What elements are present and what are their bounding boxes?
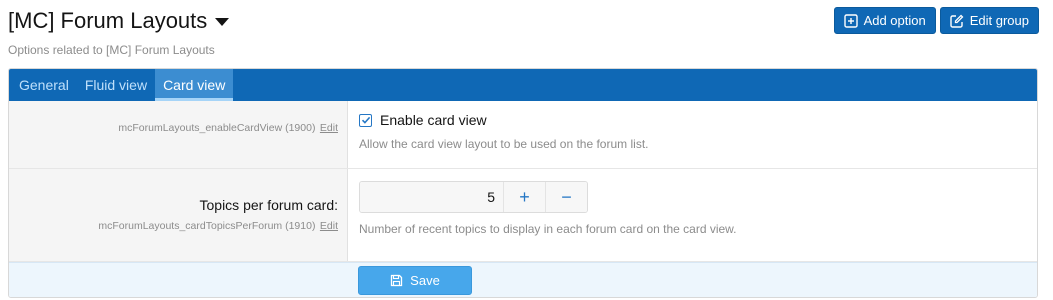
option-row-topics-per-card: Topics per forum card: mcForumLayouts_ca… — [9, 169, 1037, 262]
form-footer: Save — [9, 262, 1037, 297]
topics-per-card-label: Topics per forum card: — [199, 197, 339, 213]
enable-card-view-checkbox-row[interactable]: Enable card view — [359, 112, 1037, 128]
option-value-cell: Enable card view Allow the card view lay… — [348, 101, 1037, 168]
tab-fluid-view[interactable]: Fluid view — [77, 69, 155, 101]
page-title-text: [MC] Forum Layouts — [8, 8, 208, 33]
enable-card-view-explain: Allow the card view layout to be used on… — [359, 137, 649, 151]
edit-option-link[interactable]: Edit — [320, 122, 338, 134]
option-label-cell: mcForumLayouts_enableCardView (1900) Edi… — [9, 101, 348, 168]
option-rows: mcForumLayouts_enableCardView (1900) Edi… — [9, 101, 1037, 262]
edit-group-label: Edit group — [969, 13, 1029, 28]
increment-button[interactable]: + — [503, 182, 545, 212]
header-actions: Add option Edit group — [833, 7, 1039, 34]
topics-per-card-stepper: + − — [359, 181, 588, 213]
tab-card-view[interactable]: Card view — [155, 69, 234, 101]
plus-square-icon — [843, 13, 858, 28]
topics-per-card-explain: Number of recent topics to display in ea… — [359, 222, 737, 236]
option-id-text: mcForumLayouts_enableCardView (1900) — [118, 122, 316, 134]
option-row-enable-card-view: mcForumLayouts_enableCardView (1900) Edi… — [9, 101, 1037, 169]
tab-general[interactable]: General — [11, 69, 77, 101]
option-id-hint: mcForumLayouts_enableCardView (1900) Edi… — [9, 101, 338, 136]
option-id-hint: mcForumLayouts_cardTopicsPerForum (1910)… — [9, 216, 338, 234]
caret-down-icon[interactable] — [215, 18, 230, 26]
add-option-button[interactable]: Add option — [833, 7, 936, 34]
option-label-cell: Topics per forum card: mcForumLayouts_ca… — [9, 169, 348, 261]
enable-card-view-label: Enable card view — [380, 112, 487, 128]
save-icon — [391, 274, 403, 287]
option-value-cell: + − Number of recent topics to display i… — [348, 169, 1037, 261]
enable-card-view-checkbox[interactable] — [359, 113, 372, 127]
edit-group-button[interactable]: Edit group — [939, 7, 1039, 34]
save-button[interactable]: Save — [358, 266, 472, 295]
checkmark-icon — [361, 116, 370, 124]
footer-spacer — [9, 263, 348, 297]
page-title: [MC] Forum Layouts — [8, 8, 230, 34]
edit-option-link[interactable]: Edit — [320, 220, 338, 232]
options-block: General Fluid view Card view mcForumLayo… — [8, 68, 1038, 298]
add-option-label: Add option — [863, 13, 926, 28]
page-description: Options related to [MC] Forum Layouts — [8, 43, 215, 57]
tab-bar: General Fluid view Card view — [9, 69, 1037, 101]
option-id-text: mcForumLayouts_cardTopicsPerForum (1910) — [98, 220, 316, 232]
edit-icon — [950, 14, 964, 28]
decrement-button[interactable]: − — [545, 182, 587, 212]
save-label: Save — [410, 273, 440, 288]
topics-per-card-input[interactable] — [360, 182, 503, 212]
